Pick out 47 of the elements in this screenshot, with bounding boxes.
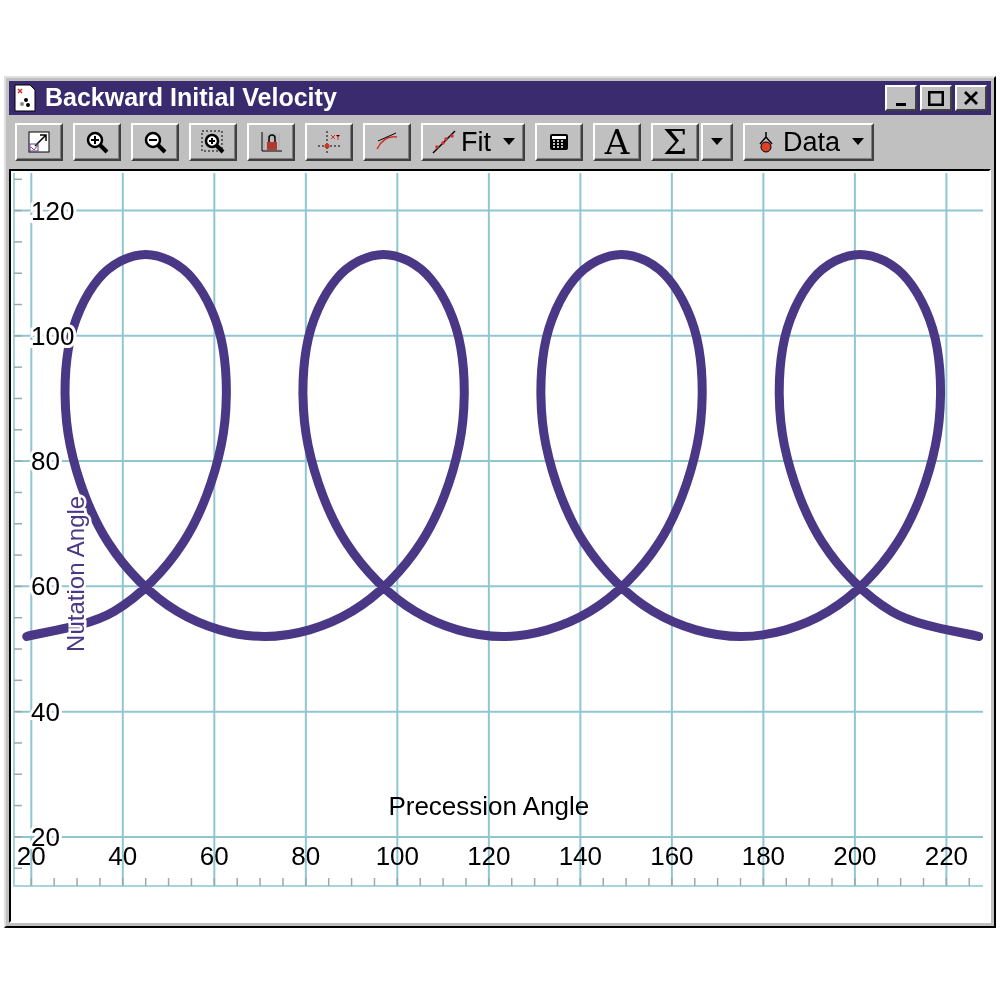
close-icon — [964, 91, 978, 105]
toolbar-button[interactable] — [73, 123, 121, 161]
line-fit-icon — [431, 129, 457, 155]
lock-graph-icon — [258, 129, 284, 155]
zoom-in-icon — [84, 129, 110, 155]
tick-label: 60 — [31, 571, 60, 602]
toolbar-button[interactable] — [247, 123, 295, 161]
tick-label: 120 — [31, 195, 75, 226]
maximize-button[interactable] — [920, 85, 952, 111]
toolbar-button[interactable] — [15, 123, 63, 161]
close-button[interactable] — [955, 85, 987, 111]
zoom-out-icon — [142, 129, 168, 155]
tick-label: 100 — [375, 841, 420, 872]
tick-label: 180 — [741, 841, 786, 872]
tick-label: 60 — [199, 841, 229, 872]
window-title: Backward Initial Velocity — [45, 82, 338, 114]
tick-label: 80 — [31, 446, 60, 477]
minimize-icon — [896, 102, 906, 106]
toolbar-button[interactable]: A — [593, 123, 641, 161]
x-axis-title: Precession Angle — [388, 790, 590, 821]
caret-icon — [852, 138, 865, 146]
toolbar-button[interactable]: Σ — [651, 123, 699, 161]
toolbar-button[interactable] — [131, 123, 179, 161]
tick-label: 80 — [291, 841, 321, 872]
toolbar-button[interactable] — [535, 123, 583, 161]
toolbar-button[interactable] — [189, 123, 237, 161]
tick-label: 120 — [467, 841, 511, 872]
tick-label: 160 — [650, 841, 694, 872]
tick-label: 40 — [31, 696, 60, 727]
resize-icon — [26, 129, 52, 155]
tick-label: 200 — [833, 841, 877, 872]
caret-icon — [711, 138, 723, 146]
data-button[interactable]: Data — [743, 123, 875, 161]
minimize-button[interactable] — [885, 85, 917, 111]
maximize-icon — [928, 90, 944, 106]
toolbar-button[interactable] — [363, 123, 411, 161]
tick-label: 140 — [558, 841, 603, 872]
tick-label: 40 — [108, 841, 138, 872]
crosshair-icon — [316, 129, 342, 155]
y-axis-title: Nutation Angle — [61, 495, 89, 652]
zoom-box-icon — [200, 129, 226, 155]
fit-button[interactable]: Fit — [421, 123, 525, 161]
caret-icon — [503, 138, 515, 146]
toolbar-button[interactable] — [305, 123, 353, 161]
dropdown-button[interactable] — [701, 123, 733, 161]
document-icon — [13, 84, 37, 112]
tick-label: 220 — [924, 841, 969, 872]
